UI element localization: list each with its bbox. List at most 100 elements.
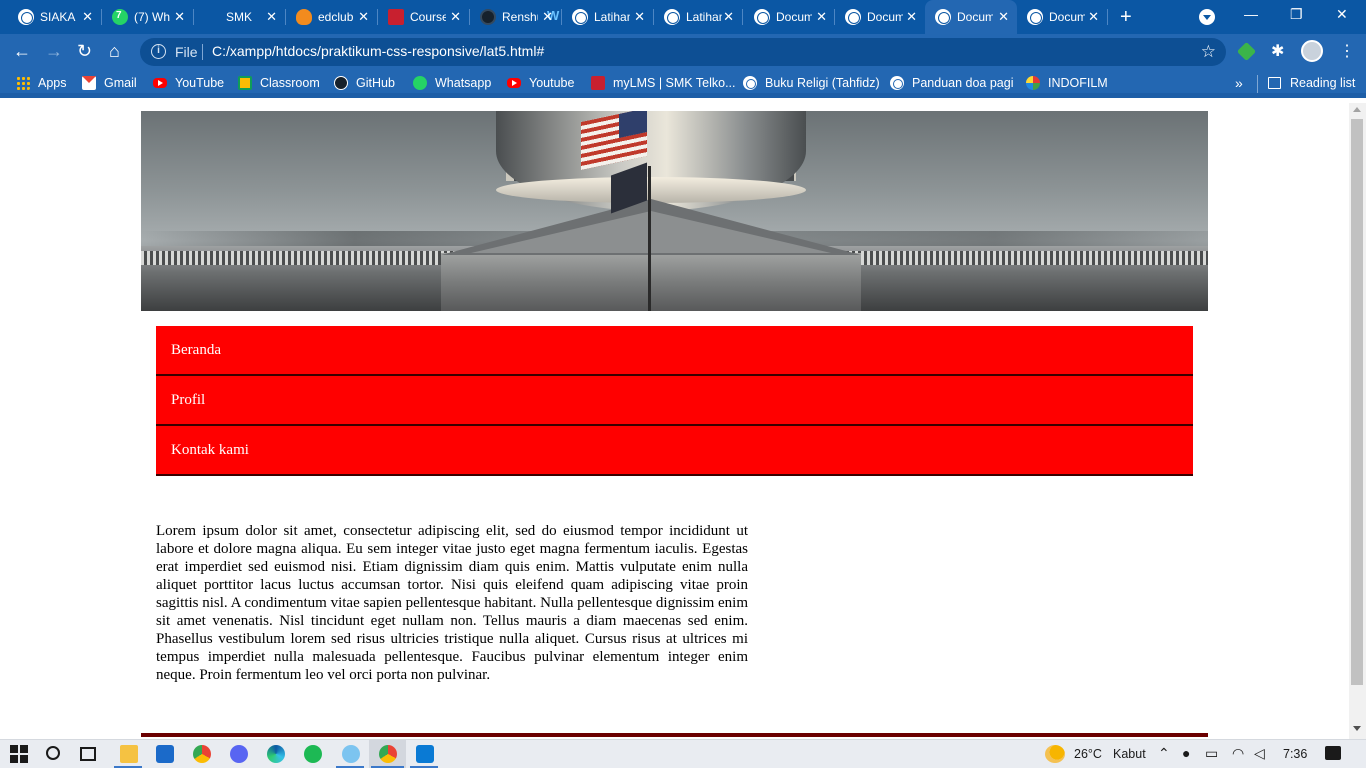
close-tab-icon[interactable]: ✕ — [82, 10, 93, 23]
volume-icon[interactable]: ◁ — [1254, 745, 1265, 762]
tab-title: edclub — [318, 10, 354, 24]
close-tab-icon[interactable]: ✕ — [634, 10, 645, 23]
close-tab-icon[interactable]: ✕ — [1088, 10, 1099, 23]
close-tab-icon[interactable]: ✕ — [906, 10, 917, 23]
bookmark-star-icon[interactable]: ☆ — [1201, 42, 1216, 62]
menu-item-profil[interactable]: Profil — [156, 376, 1193, 426]
profile-avatar[interactable] — [1301, 40, 1323, 62]
close-tab-icon[interactable]: ✕ — [266, 10, 277, 23]
tab-smk[interactable]: SMK ✕ — [194, 0, 559, 34]
spotify-icon[interactable] — [304, 745, 322, 763]
bookmark-youtube[interactable]: YouTube — [153, 76, 224, 90]
extension-icon[interactable] — [1236, 41, 1257, 62]
footer-bar — [141, 733, 1208, 737]
bookmark-github[interactable]: GitHub — [334, 76, 395, 90]
restore-button[interactable]: ❐ — [1290, 6, 1303, 23]
info-icon[interactable]: i — [151, 44, 166, 59]
scroll-down-arrow-icon[interactable] — [1353, 726, 1361, 731]
mail-icon[interactable] — [156, 745, 174, 763]
bookmark-indofilm[interactable]: INDOFILM — [1026, 76, 1108, 90]
bookmark-classroom[interactable]: Classroom — [238, 76, 320, 90]
bookmark-apps[interactable]: Apps — [16, 76, 67, 90]
menu-kebab-icon[interactable]: ⋮ — [1339, 41, 1355, 61]
close-tab-icon[interactable]: ✕ — [358, 10, 369, 23]
edge-icon[interactable] — [267, 745, 285, 763]
tab-divider — [742, 9, 743, 25]
file-explorer-icon[interactable] — [120, 745, 138, 763]
battery-icon[interactable]: ▭ — [1205, 745, 1218, 762]
chrome-icon[interactable] — [193, 745, 211, 763]
discord-icon[interactable] — [230, 745, 248, 763]
address-bar[interactable]: i File C:/xampp/htdocs/praktikum-css-res… — [140, 38, 1226, 66]
tab-strip: SIAKAD ✕ (7) WhatsApp ✕ SMK ✕ edclub ✕ C… — [0, 0, 1366, 34]
forward-arrow-icon[interactable]: → — [45, 42, 63, 60]
tab-whatsapp[interactable]: (7) WhatsApp ✕ — [102, 0, 193, 34]
scroll-thumb[interactable] — [1351, 119, 1363, 685]
tab-siakad[interactable]: SIAKAD ✕ — [8, 0, 101, 34]
microphone-icon[interactable]: ● — [1182, 745, 1190, 761]
close-tab-icon[interactable]: ✕ — [174, 10, 185, 23]
vertical-scrollbar[interactable] — [1349, 103, 1366, 739]
chrome-active-icon[interactable] — [379, 745, 397, 763]
chevron-up-icon[interactable]: ⌃ — [1158, 745, 1170, 762]
bookmark-label: Whatsapp — [435, 76, 492, 90]
youtube-icon — [153, 78, 167, 88]
tab-latihan-2[interactable]: Latihan ✕ — [654, 0, 742, 34]
home-icon[interactable]: ⌂ — [109, 42, 120, 60]
tab-title: Document — [867, 10, 903, 24]
search-icon[interactable] — [46, 746, 60, 760]
vscode-icon[interactable] — [416, 745, 434, 763]
reload-icon[interactable]: ↻ — [77, 42, 92, 60]
lms-icon — [591, 76, 605, 90]
bookmark-buku-religi[interactable]: Buku Religi (Tahfidz) — [743, 76, 880, 90]
header-banner-image — [141, 111, 1208, 311]
tab-search-icon[interactable] — [1199, 9, 1215, 25]
new-tab-button[interactable]: + — [1120, 7, 1132, 27]
weather-description[interactable]: Kabut — [1113, 747, 1146, 761]
tab-title: SIAKAD — [40, 10, 76, 24]
webex-icon[interactable] — [342, 745, 360, 763]
bookmark-whatsapp[interactable]: Whatsapp — [413, 76, 491, 90]
close-tab-icon[interactable]: ✕ — [816, 10, 827, 23]
bookmark-label: YouTube — [175, 76, 225, 90]
bookmark-youtube-2[interactable]: Youtube — [507, 76, 574, 90]
main-menu: Beranda Profil Kontak kami — [156, 326, 1193, 476]
tab-document-4[interactable]: Document ✕ — [1017, 0, 1107, 34]
bookmark-gmail[interactable]: Gmail — [82, 76, 137, 90]
notification-center-icon[interactable] — [1325, 746, 1341, 760]
globe-icon — [572, 9, 588, 25]
wifi-icon[interactable]: ◠ — [1232, 745, 1244, 762]
clock[interactable]: 7:36 — [1283, 747, 1307, 761]
bookmark-panduan-doa[interactable]: Panduan doa pagi — [890, 76, 1013, 90]
close-tab-icon[interactable]: ✕ — [450, 10, 461, 23]
close-tab-icon[interactable]: ✕ — [998, 10, 1009, 23]
task-view-icon[interactable] — [80, 747, 96, 761]
scroll-up-arrow-icon[interactable] — [1353, 107, 1361, 112]
weather-icon[interactable] — [1045, 745, 1065, 763]
menu-item-beranda[interactable]: Beranda — [156, 326, 1193, 376]
extensions-puzzle-icon[interactable]: ✱ — [1271, 41, 1288, 60]
bookmarks-overflow-button[interactable]: » — [1235, 75, 1243, 91]
tab-course[interactable]: Course ✕ — [378, 0, 469, 34]
weather-temperature[interactable]: 26°C — [1074, 747, 1102, 761]
bookmark-label: Classroom — [260, 76, 320, 90]
minimize-button[interactable]: — — [1244, 6, 1258, 22]
menu-item-kontak-kami[interactable]: Kontak kami — [156, 426, 1193, 476]
close-tab-icon[interactable]: ✕ — [723, 10, 734, 23]
banner-portico — [441, 253, 861, 311]
reading-list-button[interactable]: Reading list — [1268, 76, 1355, 90]
globe-icon — [18, 9, 34, 25]
url-text[interactable]: C:/xampp/htdocs/praktikum-css-responsive… — [212, 43, 544, 59]
bookmark-mylms[interactable]: myLMS | SMK Telko... — [591, 76, 736, 90]
tab-title: Course — [410, 10, 446, 24]
close-tab-icon[interactable]: ✕ — [542, 10, 553, 23]
close-window-button[interactable]: ✕ — [1336, 6, 1348, 23]
start-windows-icon[interactable] — [10, 745, 28, 763]
tab-document-active[interactable]: Document ✕ — [925, 0, 1017, 34]
tab-document-2[interactable]: Document ✕ — [835, 0, 925, 34]
tab-renshuu[interactable]: Renshuu ✕ — [470, 0, 561, 34]
tab-edclub[interactable]: edclub ✕ — [286, 0, 377, 34]
tab-latihan-1[interactable]: Latihan ✕ — [562, 0, 653, 34]
back-arrow-icon[interactable]: ← — [13, 42, 31, 60]
tab-document-1[interactable]: Document ✕ — [744, 0, 835, 34]
